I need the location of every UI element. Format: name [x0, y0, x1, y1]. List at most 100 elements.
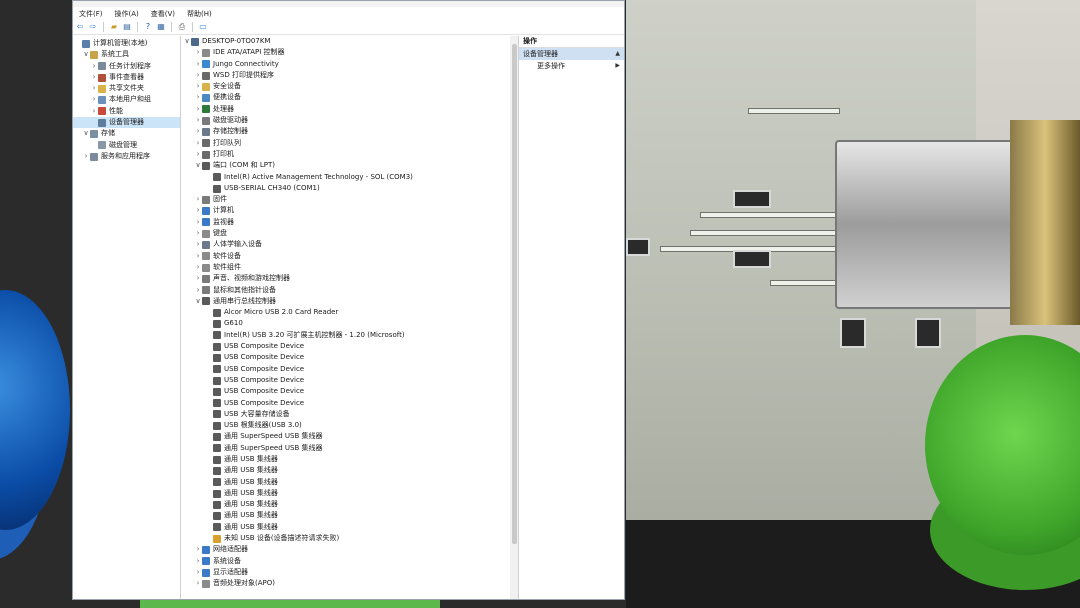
device-tree-item[interactable]: › 安全设备 — [181, 81, 518, 92]
device-tree-item[interactable]: › 显示适配器 — [181, 567, 518, 578]
device-tree-item[interactable]: › 系统设备 — [181, 556, 518, 567]
expand-chevron-icon[interactable]: › — [194, 104, 202, 115]
device-tree-item[interactable]: USB 根集线器(USB 3.0) — [181, 420, 518, 431]
device-tree-item[interactable]: › 监视器 — [181, 217, 518, 228]
expand-chevron-icon[interactable]: › — [194, 578, 202, 589]
device-tree-item[interactable]: Intel(R) Active Management Technology - … — [181, 172, 518, 183]
list-icon[interactable]: ▤ — [122, 22, 132, 32]
expand-chevron-icon[interactable]: › — [194, 556, 202, 567]
device-tree-item[interactable]: USB Composite Device — [181, 364, 518, 375]
device-tree-item[interactable]: › 便携设备 — [181, 92, 518, 103]
expand-chevron-icon[interactable]: › — [194, 59, 202, 70]
properties-icon[interactable]: ▦ — [156, 22, 166, 32]
device-tree-item[interactable]: 通用 USB 集线器 — [181, 465, 518, 476]
expand-chevron-icon[interactable]: › — [194, 138, 202, 149]
menu-action[interactable]: 操作(A) — [113, 9, 141, 19]
expand-chevron-icon[interactable]: › — [90, 61, 98, 72]
nav-tree-item[interactable]: › 事件查看器 — [73, 72, 180, 83]
expand-chevron-icon[interactable]: › — [194, 149, 202, 160]
device-tree-item[interactable]: › 磁盘驱动器 — [181, 115, 518, 126]
device-tree-item[interactable]: 通用 SuperSpeed USB 集线器 — [181, 443, 518, 454]
scrollbar-thumb[interactable] — [512, 44, 517, 544]
help-icon[interactable]: ? — [143, 22, 153, 32]
expand-chevron-icon[interactable]: › — [194, 115, 202, 126]
vertical-scrollbar[interactable] — [510, 36, 518, 599]
nav-tree-item[interactable]: › 本地用户和组 — [73, 94, 180, 105]
expand-chevron-icon[interactable]: › — [82, 151, 90, 162]
expand-chevron-icon[interactable]: › — [194, 228, 202, 239]
expand-chevron-icon[interactable]: ∨ — [194, 296, 202, 307]
device-tree-item[interactable]: USB Composite Device — [181, 375, 518, 386]
device-tree-item[interactable]: › 存储控制器 — [181, 126, 518, 137]
expand-chevron-icon[interactable]: ∨ — [82, 49, 90, 60]
device-tree-item[interactable]: Alcor Micro USB 2.0 Card Reader — [181, 307, 518, 318]
device-tree-item[interactable]: USB Composite Device — [181, 352, 518, 363]
nav-tree-item[interactable]: › 服务和应用程序 — [73, 151, 180, 162]
device-tree-item[interactable]: › 软件组件 — [181, 262, 518, 273]
device-tree-item[interactable]: › IDE ATA/ATAPI 控制器 — [181, 47, 518, 58]
action-device-manager[interactable]: 设备管理器 ▲ — [519, 48, 624, 60]
print-icon[interactable]: ⎙ — [177, 22, 187, 32]
expand-chevron-icon[interactable]: › — [194, 251, 202, 262]
expand-chevron-icon[interactable]: › — [194, 194, 202, 205]
expand-chevron-icon[interactable]: › — [194, 205, 202, 216]
expand-chevron-icon[interactable]: › — [194, 239, 202, 250]
device-tree-item[interactable]: 未知 USB 设备(设备描述符请求失败) — [181, 533, 518, 544]
nav-tree-item[interactable]: › 性能 — [73, 106, 180, 117]
device-tree-item[interactable]: 通用 USB 集线器 — [181, 477, 518, 488]
expand-chevron-icon[interactable]: › — [194, 285, 202, 296]
device-tree-item[interactable]: 通用 USB 集线器 — [181, 454, 518, 465]
device-tree-item[interactable]: 通用 USB 集线器 — [181, 522, 518, 533]
collapse-icon[interactable]: ▲ — [615, 48, 620, 60]
expand-chevron-icon[interactable]: › — [194, 567, 202, 578]
expand-chevron-icon[interactable]: ∨ — [82, 128, 90, 139]
device-tree-item[interactable]: › 打印队列 — [181, 138, 518, 149]
nav-tree-item[interactable]: 计算机管理(本地) — [73, 38, 180, 49]
device-tree-item[interactable]: ∨ 端口 (COM 和 LPT) — [181, 160, 518, 171]
device-tree-item[interactable]: › 固件 — [181, 194, 518, 205]
expand-chevron-icon[interactable]: › — [90, 106, 98, 117]
device-tree-item[interactable]: USB 大容量存储设备 — [181, 409, 518, 420]
nav-tree-item[interactable]: ∨ 系统工具 — [73, 49, 180, 60]
folder-icon[interactable]: ▰ — [109, 22, 119, 32]
nav-tree-item[interactable]: › 共享文件夹 — [73, 83, 180, 94]
device-tree-item[interactable]: › 软件设备 — [181, 251, 518, 262]
expand-chevron-icon[interactable]: › — [194, 217, 202, 228]
nav-tree-item[interactable]: 设备管理器 — [73, 117, 180, 129]
expand-chevron-icon[interactable]: › — [194, 47, 202, 58]
device-tree-item[interactable]: › Jungo Connectivity — [181, 59, 518, 70]
device-tree-item[interactable]: › 键盘 — [181, 228, 518, 239]
menu-view[interactable]: 查看(V) — [149, 9, 177, 19]
device-tree-item[interactable]: › 处理器 — [181, 104, 518, 115]
expand-chevron-icon[interactable]: › — [194, 70, 202, 81]
expand-chevron-icon[interactable]: › — [90, 94, 98, 105]
device-tree-item[interactable]: › 人体学输入设备 — [181, 239, 518, 250]
device-tree-item[interactable]: ∨ DESKTOP-0TO07KM — [181, 36, 518, 47]
nav-tree-item[interactable]: ∨ 存储 — [73, 128, 180, 139]
expand-chevron-icon[interactable]: ∨ — [194, 160, 202, 171]
action-more-actions[interactable]: 更多操作 ▶ — [519, 60, 624, 72]
device-tree-item[interactable]: USB-SERIAL CH340 (COM1) — [181, 183, 518, 194]
device-tree-item[interactable]: › 声音、视频和游戏控制器 — [181, 273, 518, 284]
device-tree-item[interactable]: › WSD 打印提供程序 — [181, 70, 518, 81]
expand-chevron-icon[interactable]: ∨ — [183, 36, 191, 47]
device-tree-item[interactable]: G610 — [181, 318, 518, 329]
device-tree-item[interactable]: USB Composite Device — [181, 341, 518, 352]
monitor-icon[interactable]: ▭ — [198, 22, 208, 32]
expand-chevron-icon[interactable]: › — [194, 81, 202, 92]
menu-help[interactable]: 帮助(H) — [185, 9, 214, 19]
expand-chevron-icon[interactable]: › — [90, 83, 98, 94]
expand-chevron-icon[interactable]: › — [194, 126, 202, 137]
device-tree-item[interactable]: › 网络适配器 — [181, 544, 518, 555]
forward-icon[interactable]: ⇨ — [88, 22, 98, 32]
expand-chevron-icon[interactable]: › — [194, 92, 202, 103]
device-tree-item[interactable]: 通用 USB 集线器 — [181, 510, 518, 521]
back-icon[interactable]: ⇦ — [75, 22, 85, 32]
device-tree-item[interactable]: 通用 SuperSpeed USB 集线器 — [181, 431, 518, 442]
nav-tree-item[interactable]: › 任务计划程序 — [73, 61, 180, 72]
device-tree-item[interactable]: › 音频处理对象(APO) — [181, 578, 518, 589]
device-tree-item[interactable]: › 计算机 — [181, 205, 518, 216]
device-tree-item[interactable]: › 打印机 — [181, 149, 518, 160]
expand-chevron-icon[interactable]: › — [90, 72, 98, 83]
device-tree-item[interactable]: 通用 USB 集线器 — [181, 499, 518, 510]
